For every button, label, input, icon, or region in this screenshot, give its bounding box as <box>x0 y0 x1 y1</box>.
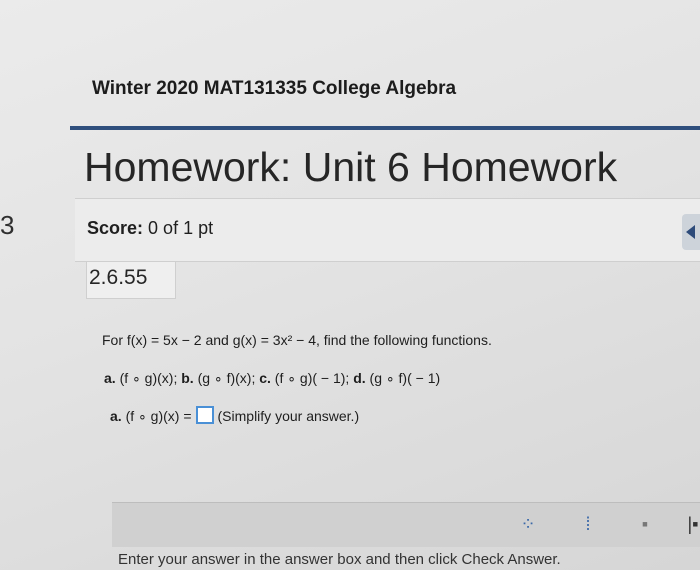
homework-title: Homework: Unit 6 Homework <box>84 144 618 190</box>
part-a-text: (f ∘ g)(x); <box>115 370 182 386</box>
instruction-footer: Enter your answer in the answer box and … <box>118 551 561 568</box>
part-a-letter: a. <box>104 370 116 386</box>
answer-line: a. (f ∘ g)(x) = (Simplify your answer.) <box>110 406 359 425</box>
part-d-letter: d. <box>353 370 366 386</box>
next-question-arrow-icon[interactable] <box>682 214 700 250</box>
part-b-text: (g ∘ f)(x); <box>193 370 260 386</box>
score-value: 0 of 1 pt <box>148 218 214 238</box>
question-prompt: For f(x) = 5x − 2 and g(x) = 3x² − 4, fi… <box>102 332 492 348</box>
score-label: Score: <box>87 218 144 238</box>
part-d-text: (g ∘ f)( − 1) <box>365 370 441 386</box>
answer-hint: (Simplify your answer.) <box>217 408 360 424</box>
part-b-letter: b. <box>181 370 194 386</box>
answer-expression: (f ∘ g)(x) = <box>121 408 192 424</box>
side-mark: 3 <box>0 210 15 240</box>
fraction-icon[interactable]: ⁘ <box>515 511 541 537</box>
absolute-value-icon[interactable]: |▪ <box>680 511 700 537</box>
answer-part-letter: a. <box>110 408 122 424</box>
math-toolbar <box>112 502 700 547</box>
part-c-text: (f ∘ g)( − 1); <box>270 370 354 386</box>
exponent-icon[interactable]: ▪ <box>632 511 658 537</box>
score: Score: 0 of 1 pt <box>87 218 213 239</box>
question-id: 2.6.55 <box>89 266 148 289</box>
mixed-number-icon[interactable]: ⁞ <box>575 511 601 537</box>
header-divider <box>70 126 700 130</box>
course-title: Winter 2020 MAT131335 College Algebra <box>92 78 457 99</box>
screen: Winter 2020 MAT131335 College Algebra Ho… <box>0 0 700 570</box>
answer-input[interactable] <box>195 406 214 424</box>
question-parts: a. (f ∘ g)(x); b. (g ∘ f)(x); c. (f ∘ g)… <box>104 370 440 387</box>
part-c-letter: c. <box>259 370 271 386</box>
